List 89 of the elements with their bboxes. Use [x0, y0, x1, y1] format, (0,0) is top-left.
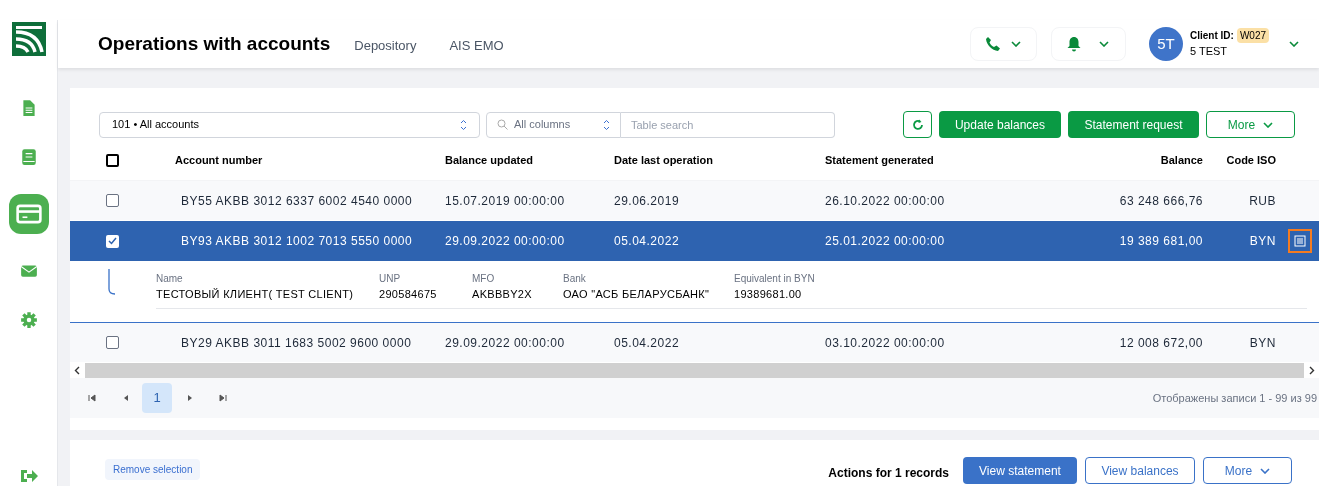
bell-icon — [1067, 36, 1082, 52]
table-icon — [1294, 235, 1306, 247]
book-icon — [19, 148, 38, 166]
refresh-icon — [911, 118, 924, 131]
statement-request-button[interactable]: Statement request — [1068, 111, 1199, 138]
search-icon — [497, 119, 508, 130]
client-id-badge: W027 — [1236, 28, 1269, 44]
search-field[interactable]: Table search — [621, 111, 835, 138]
sort-arrows-icon — [460, 118, 467, 131]
field-label: Equivalent in BYN — [734, 272, 815, 286]
table-cell-text: BYN — [1248, 233, 1276, 250]
scroll-left-icon[interactable] — [70, 363, 85, 378]
column-header[interactable]: Code ISO — [1203, 152, 1276, 169]
table-cell-text: BY55 AKBB 3012 6337 6002 4540 0000 — [181, 192, 414, 210]
field-value: AKBBBY2X — [472, 287, 533, 302]
column-header[interactable]: Balance — [1025, 152, 1203, 169]
next-page-icon[interactable] — [186, 394, 194, 402]
refresh-button[interactable] — [903, 111, 932, 138]
page-title: Operations with accounts — [98, 31, 331, 56]
table-cell-text: 29.09.2022 00:00:00 — [445, 334, 566, 352]
view-balances-button[interactable]: View balances — [1085, 457, 1195, 484]
field-value: 19389681.00 — [734, 287, 803, 302]
client-id-label: Client ID: — [1190, 29, 1234, 44]
table-cell-text: RUB — [1248, 192, 1276, 210]
account-select[interactable]: 101 • All accounts — [99, 111, 480, 138]
sidebar-item[interactable] — [8, 194, 49, 234]
phone-icon — [985, 36, 1002, 52]
gear-icon — [19, 311, 38, 329]
field-label: MFO — [472, 272, 496, 286]
view-statement-button[interactable]: View statement — [963, 457, 1077, 484]
table-cell-text: 05.04.2022 — [614, 233, 681, 250]
chevron-icon — [1099, 41, 1110, 47]
field-value: ОАО "АСБ БЕЛАРУСБАНК" — [563, 287, 711, 302]
nav-link[interactable]: AIS EMO — [449, 36, 504, 56]
column-header[interactable]: Balance updated — [445, 152, 614, 169]
nav-link[interactable]: Depository — [354, 36, 417, 56]
table-cell-text: BYN — [1248, 334, 1276, 352]
table-cell-text: 26.10.2022 00:00:00 — [825, 192, 946, 210]
table-row[interactable]: BY55 AKBB 3012 6337 6002 4540 0000 15.07.2019 00:00:00 29.06.2019 26.10.2022 00:00:00 63 248 666,76 RUB — [70, 181, 1319, 221]
chevron-icon[interactable] — [1289, 41, 1299, 47]
actions-caption: Actions for 1 records — [828, 465, 949, 482]
select-all-checkbox[interactable] — [106, 154, 119, 167]
sort-arrows-icon — [603, 118, 610, 131]
row-checkbox[interactable] — [106, 234, 119, 248]
update-balances-button[interactable]: Update balances — [939, 111, 1061, 138]
chevron-icon — [1260, 467, 1271, 474]
avatar[interactable]: 5T — [1149, 27, 1183, 61]
table-cell-text: 19 389 681,00 — [1118, 233, 1203, 250]
column-select[interactable]: All columns — [486, 111, 621, 138]
table-cell-text: 63 248 666,76 — [1118, 192, 1203, 210]
table-cell-text: BY93 AKBB 3012 1002 7013 5550 0000 — [181, 233, 414, 250]
field-label: Bank — [563, 272, 587, 286]
table-cell-text: 25.01.2022 00:00:00 — [825, 233, 946, 250]
tree-connector-icon — [108, 269, 116, 295]
scroll-right-icon[interactable] — [1304, 363, 1319, 378]
table-cell-text: 15.07.2019 00:00:00 — [445, 192, 566, 210]
chevron-icon — [1011, 41, 1022, 47]
table-cell-text: BY29 AKBB 3011 1683 5002 9600 0000 — [181, 334, 413, 352]
table-cell-text: 29.06.2019 — [614, 192, 681, 210]
notifications-button[interactable] — [1051, 27, 1126, 61]
remove-selection-button[interactable]: Remove selection — [105, 459, 201, 480]
table-cell-text: 29.09.2022 00:00:00 — [445, 233, 566, 250]
table-cell-text: 05.04.2022 — [614, 334, 681, 352]
phone-menu-button[interactable] — [970, 27, 1037, 61]
last-page-icon[interactable] — [219, 394, 227, 402]
column-header[interactable]: Account number — [175, 152, 445, 169]
table-cell-text: 03.10.2022 00:00:00 — [825, 334, 946, 352]
page-button[interactable]: 1 — [142, 383, 172, 413]
records-summary: Отображены записи 1 - 99 из 99 — [1152, 390, 1317, 406]
field-value: ТЕСТОВЫЙ КЛИЕНТ( TEST CLIENT) — [156, 287, 355, 302]
table-cell-text: 12 008 672,00 — [1118, 334, 1203, 352]
more-button[interactable]: More — [1206, 111, 1295, 138]
details-button[interactable] — [1288, 229, 1312, 253]
chevron-icon — [1263, 121, 1274, 128]
row-checkbox[interactable] — [106, 194, 119, 207]
column-header[interactable]: Date last operation — [614, 152, 825, 169]
previous-page-icon[interactable] — [122, 394, 130, 402]
table-row[interactable]: BY93 AKBB 3012 1002 7013 5550 0000 29.09.2022 00:00:00 05.04.2022 25.01.2022 00:00:00 19 389 681,00 BYN — [70, 221, 1319, 261]
first-page-icon[interactable] — [88, 394, 96, 402]
table-row[interactable]: BY29 AKBB 3011 1683 5002 9600 0000 29.09.2022 00:00:00 05.04.2022 03.10.2022 00:00:00 12 008 672,00 BYN — [70, 323, 1319, 363]
row-checkbox[interactable] — [106, 336, 119, 349]
field-label: UNP — [379, 272, 402, 286]
more-button[interactable]: More — [1203, 457, 1292, 484]
field-value: 290584675 — [379, 287, 438, 302]
field-label: Name — [156, 272, 184, 286]
logout-icon[interactable] — [18, 468, 39, 484]
column-header[interactable]: Statement generated — [825, 152, 1025, 169]
mail-icon — [19, 262, 38, 280]
client-name: 5 TEST — [1190, 44, 1229, 60]
